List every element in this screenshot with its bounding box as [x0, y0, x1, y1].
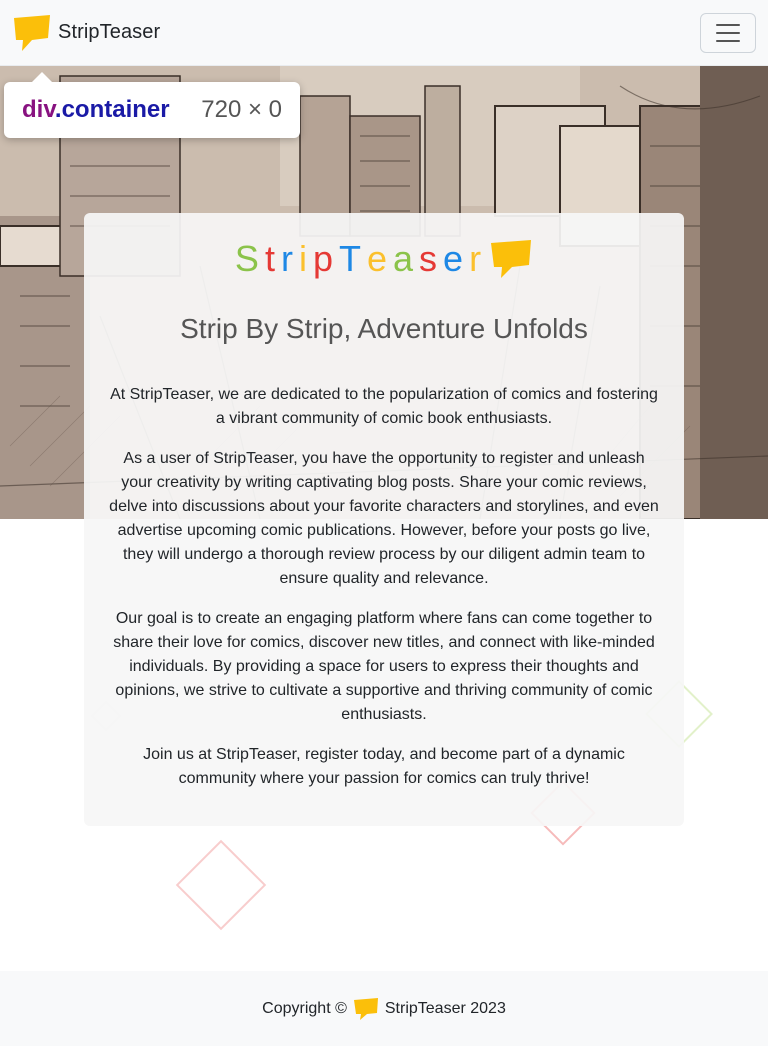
- devtools-tag-name: div: [22, 96, 55, 123]
- copyright-prefix: Copyright ©: [262, 999, 347, 1017]
- about-paragraph: Join us at StripTeaser, register today, …: [143, 746, 625, 787]
- about-paragraph: Our goal is to create an engaging platfo…: [113, 610, 655, 723]
- logo-letter: p: [312, 238, 339, 279]
- logo-letter: T: [338, 238, 367, 279]
- stripteaser-logo: StripTeaser: [106, 237, 662, 281]
- speech-bubble-logo-icon: [14, 14, 50, 51]
- about-paragraph: As a user of StripTeaser, you have the o…: [109, 450, 659, 587]
- brand-link[interactable]: StripTeaser: [12, 14, 160, 52]
- logo-letter: r: [280, 238, 299, 279]
- decorative-diamond-pink: [175, 839, 267, 931]
- logo-letter: i: [298, 238, 313, 279]
- copyright-suffix: StripTeaser 2023: [384, 999, 506, 1017]
- brand-name: StripTeaser: [58, 21, 161, 43]
- about-card: StripTeaser Strip By Strip, Adventure Un…: [84, 213, 684, 826]
- navbar-toggle-button[interactable]: [700, 12, 756, 53]
- navbar: StripTeaser: [0, 0, 768, 66]
- logo-letter: t: [264, 238, 281, 279]
- devtools-element-selector: div.container: [22, 96, 170, 124]
- devtools-element-dimensions: 720 × 0: [201, 96, 282, 123]
- speech-bubble-logo-icon: [491, 240, 532, 278]
- devtools-element-tooltip: div.container 720 × 0: [4, 72, 300, 138]
- logo-letter: a: [393, 238, 420, 279]
- logo-letter: e: [366, 238, 394, 279]
- devtools-class-name: .container: [54, 96, 170, 123]
- tagline: Strip By Strip, Adventure Unfolds: [180, 313, 588, 344]
- logo-letter: s: [419, 238, 444, 279]
- speech-bubble-logo-icon: [353, 997, 378, 1020]
- hamburger-icon: [716, 23, 740, 26]
- about-paragraph: At StripTeaser, we are dedicated to the …: [110, 386, 658, 427]
- logo-letter: e: [443, 238, 470, 279]
- logo-letter: r: [469, 238, 488, 279]
- footer: Copyright © StripTeaser 2023: [0, 971, 768, 1046]
- logo-letter: S: [234, 238, 265, 279]
